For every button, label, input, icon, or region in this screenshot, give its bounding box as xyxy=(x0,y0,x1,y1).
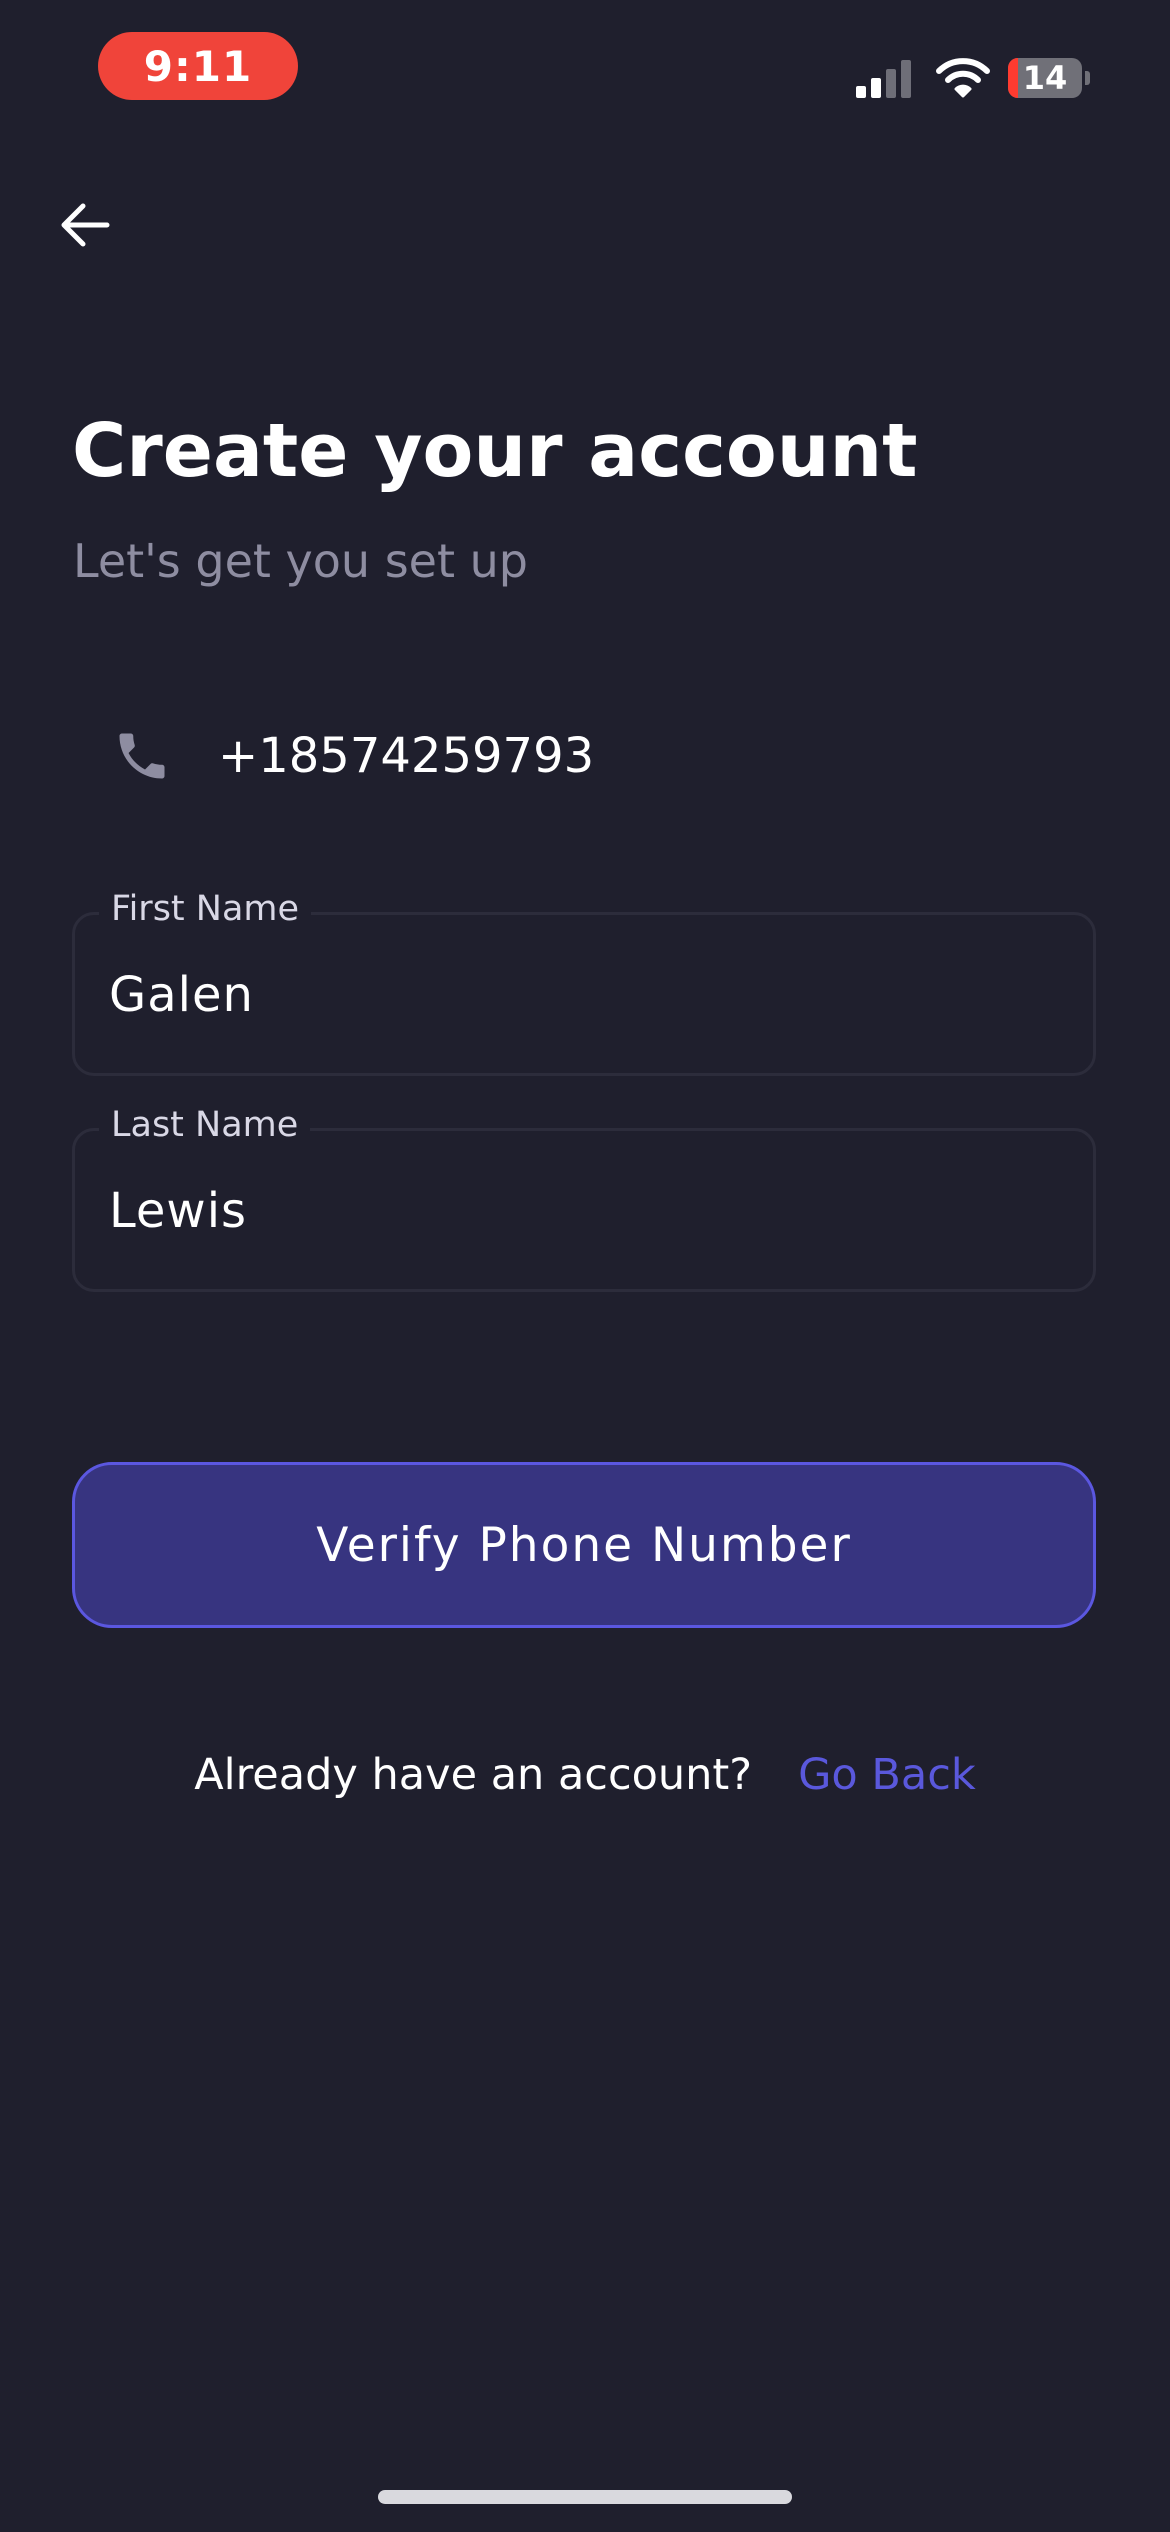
battery-level: 14 xyxy=(1022,59,1068,97)
wifi-icon xyxy=(936,58,990,98)
last-name-label: Last Name xyxy=(99,1105,311,1145)
first-name-input[interactable] xyxy=(109,955,1059,1035)
first-name-field: First Name xyxy=(72,889,1096,1076)
home-indicator[interactable] xyxy=(378,2490,792,2504)
phone-number: +18574259793 xyxy=(218,728,595,784)
arrow-left-icon xyxy=(61,203,110,247)
phone-number-row: +18574259793 xyxy=(110,716,594,796)
page-subtitle: Let's get you set up xyxy=(73,534,528,588)
account-prompt-text: Already have an account? xyxy=(194,1750,753,1800)
battery-body: 14 xyxy=(1008,58,1082,98)
status-time: 9:11 xyxy=(98,32,298,100)
cellular-signal-icon xyxy=(856,60,911,98)
last-name-field: Last Name xyxy=(72,1105,1096,1292)
phone-icon xyxy=(110,724,174,788)
page-title: Create your account xyxy=(72,408,918,494)
account-prompt-row: Already have an account? Go Back xyxy=(0,1740,1170,1810)
status-bar: 9:11 14 xyxy=(0,0,1170,140)
battery-icon: 14 xyxy=(1008,58,1090,98)
verify-phone-number-button[interactable]: Verify Phone Number xyxy=(72,1462,1096,1628)
last-name-input[interactable] xyxy=(109,1171,1059,1251)
back-button[interactable] xyxy=(50,190,120,260)
first-name-label: First Name xyxy=(99,889,312,929)
go-back-link[interactable]: Go Back xyxy=(798,1750,976,1800)
battery-nub xyxy=(1085,71,1090,85)
